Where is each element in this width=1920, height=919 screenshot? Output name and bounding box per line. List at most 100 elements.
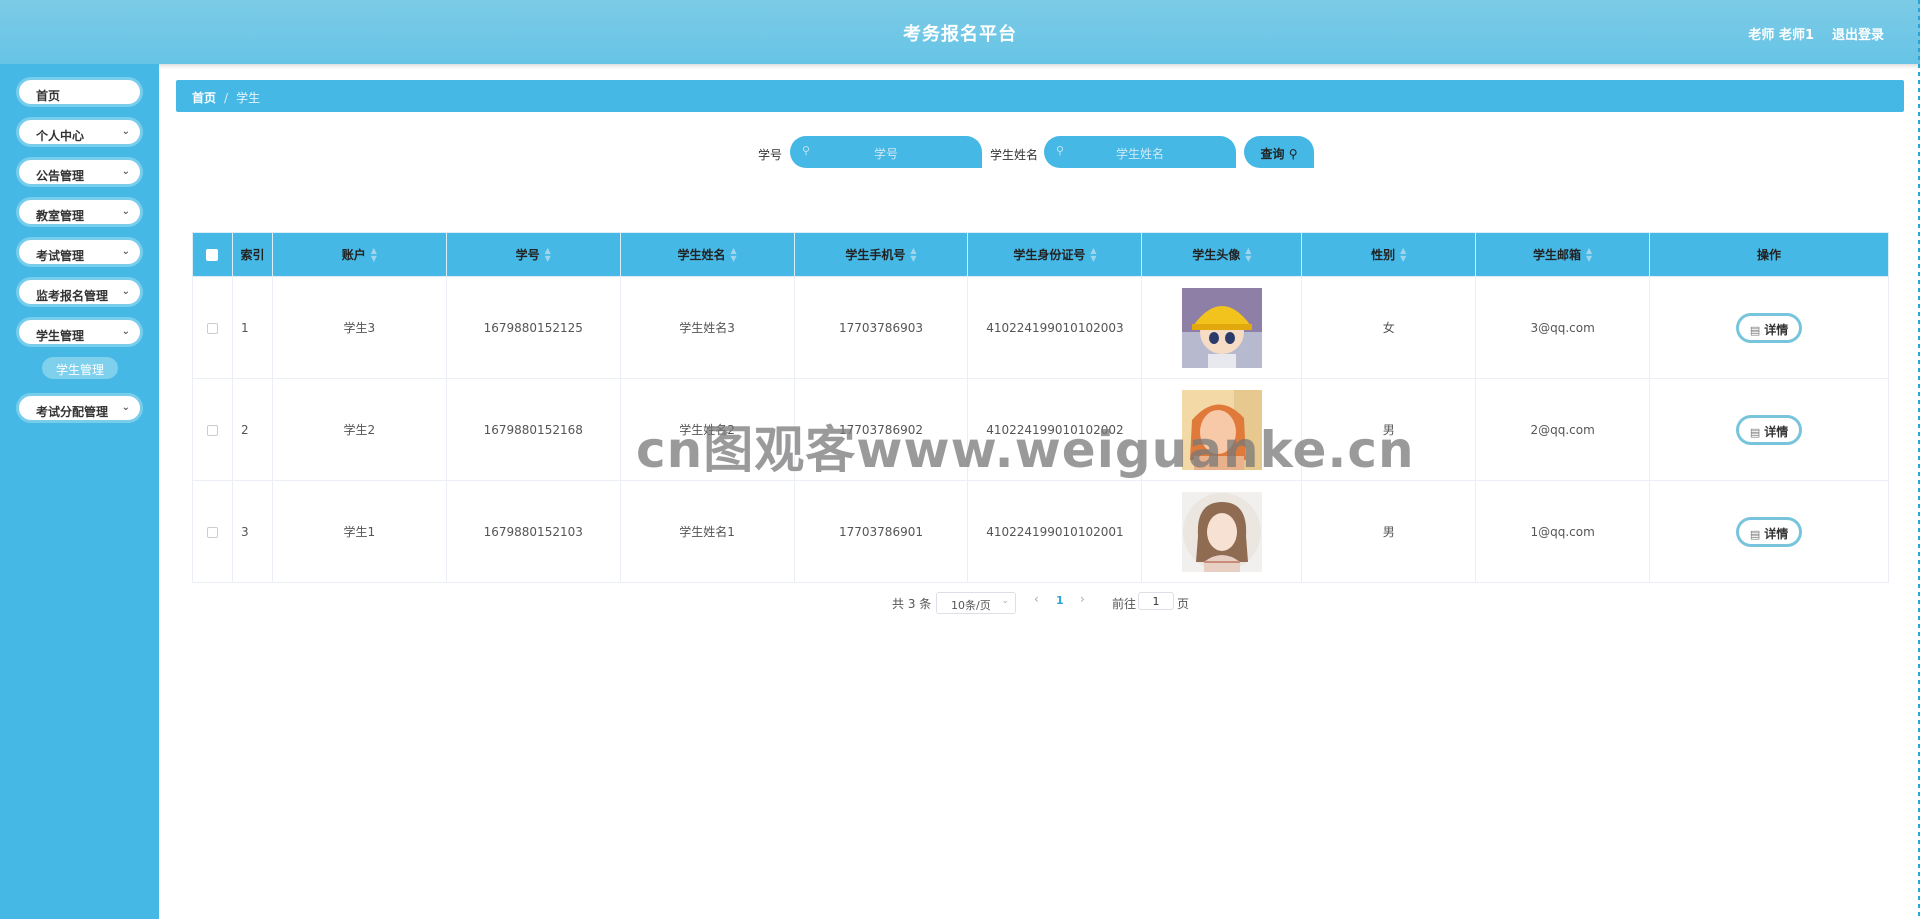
table-header-row: 索引 账户 ▲ ▼ 学号 ▲ ▼ 学生姓名 ▲ ▼ 学生手机号 ▲ ▼ 学生身份证号 ▲ ▼ 学生头… (192, 232, 1889, 277)
breadcrumb-separator: / (224, 91, 229, 105)
col-avatar[interactable]: 学生头像 ▲ ▼ (1141, 232, 1303, 277)
row-checkbox[interactable] (206, 424, 218, 436)
student-name-label: 学生姓名 (990, 148, 1039, 162)
col-label: 学号 (515, 247, 540, 262)
col-label: 学生邮箱 (1533, 247, 1582, 262)
sort-icon[interactable]: ▲ ▼ (371, 247, 377, 263)
chevron-down-icon: ⌄ (121, 206, 130, 217)
row-select-cell[interactable] (192, 276, 233, 379)
prev-page-button[interactable]: ‹ (1034, 592, 1039, 606)
current-user: 老师 老师1 (1748, 28, 1814, 43)
document-icon: ▤ (1749, 527, 1761, 541)
select-all-checkbox[interactable] (206, 249, 219, 261)
col-student-name[interactable]: 学生姓名 ▲ ▼ (619, 232, 795, 277)
cell-student-no: 1679880152125 (445, 276, 621, 379)
sidebar-item-classrooms[interactable]: 教室管理 ⌄ (16, 197, 143, 227)
sidebar-subitem-student-management[interactable]: 学生管理 (42, 357, 118, 379)
sort-icon[interactable]: ▲ ▼ (1586, 247, 1592, 263)
pagination-total: 共 3 条 (892, 597, 932, 611)
row-select-cell[interactable] (192, 378, 233, 481)
next-page-button[interactable]: › (1080, 592, 1085, 606)
sidebar-item-home[interactable]: 首页 (16, 77, 143, 107)
breadcrumb-current: 学生 (236, 91, 261, 105)
cell-student-no: 1679880152168 (445, 378, 621, 481)
chevron-down-icon: ⌄ (121, 402, 130, 413)
col-label: 学生头像 (1192, 247, 1241, 262)
col-account[interactable]: 账户 ▲ ▼ (271, 232, 447, 277)
sort-icon[interactable]: ▲ ▼ (545, 247, 551, 263)
page-number-current[interactable]: 1 (1056, 594, 1064, 607)
sort-icon[interactable]: ▲ ▼ (731, 247, 737, 263)
sidebar-item-announcements[interactable]: 公告管理 ⌄ (16, 157, 143, 187)
cell-account: 学生2 (271, 378, 447, 481)
sort-icon[interactable]: ▲ ▼ (1245, 247, 1251, 263)
detail-button-label: 详情 (1764, 526, 1789, 541)
cell-email: 1@qq.com (1475, 480, 1651, 583)
cell-actions: ▤ 详情 (1649, 378, 1889, 481)
col-phone[interactable]: 学生手机号 ▲ ▼ (793, 232, 969, 277)
cell-avatar (1141, 276, 1303, 379)
illustration-avatar-image[interactable] (1181, 491, 1262, 572)
sidebar-item-personal-center[interactable]: 个人中心 ⌄ (16, 117, 143, 147)
sort-icon[interactable]: ▲ ▼ (910, 247, 916, 263)
col-label: 学生手机号 (845, 247, 906, 262)
document-icon: ▤ (1749, 425, 1761, 439)
cell-id-card: 410224199010102001 (967, 480, 1143, 583)
cell-id-card: 410224199010102003 (967, 276, 1143, 379)
row-checkbox[interactable] (206, 322, 218, 334)
goto-label: 前往 (1112, 597, 1137, 611)
cartoon-avatar-image[interactable] (1181, 287, 1262, 368)
cell-gender: 女 (1301, 276, 1477, 379)
student-table: 索引 账户 ▲ ▼ 学号 ▲ ▼ 学生姓名 ▲ ▼ 学生手机号 ▲ ▼ 学生身份证号 ▲ ▼ 学生头… (192, 232, 1889, 583)
detail-button[interactable]: ▤ 详情 (1736, 312, 1803, 343)
document-icon: ▤ (1749, 323, 1761, 337)
sidebar-item-proctor-registration[interactable]: 监考报名管理 ⌄ (16, 277, 143, 307)
query-button[interactable]: 查询 ⚲ (1244, 136, 1314, 168)
col-label: 性别 (1371, 247, 1396, 262)
sort-icon[interactable]: ▲ ▼ (1090, 247, 1096, 263)
col-actions: 操作 (1649, 232, 1889, 277)
table-row: 3 学生1 1679880152103 学生姓名1 17703786901 41… (192, 480, 1889, 583)
page-size-value: 10条/页 (951, 599, 991, 612)
sidebar-item-exams[interactable]: 考试管理 ⌄ (16, 237, 143, 267)
app-title: 考务报名平台 (903, 24, 1017, 45)
breadcrumb-home[interactable]: 首页 (192, 91, 216, 105)
chevron-down-icon: ⌄ (1001, 596, 1009, 606)
detail-button[interactable]: ▤ 详情 (1736, 516, 1803, 547)
col-student-no[interactable]: 学号 ▲ ▼ (445, 232, 621, 277)
sidebar-item-students[interactable]: 学生管理 ⌄ (16, 317, 143, 347)
col-email[interactable]: 学生邮箱 ▲ ▼ (1475, 232, 1651, 277)
watermark: cn图观客www.weiguanke.cn (636, 421, 1415, 479)
student-no-input[interactable]: ⚲ 学号 (790, 136, 982, 168)
table-row: 1 学生3 1679880152125 学生姓名3 17703786903 41… (192, 276, 1889, 379)
breadcrumb: 首页 / 学生 (176, 80, 1904, 112)
sidebar-item-label: 首页 (36, 89, 61, 103)
row-checkbox[interactable] (206, 526, 218, 538)
logout-link[interactable]: 退出登录 (1832, 24, 1884, 43)
sidebar-item-label: 学生管理 (36, 329, 85, 343)
chevron-down-icon: ⌄ (121, 126, 130, 137)
cell-phone: 17703786901 (793, 480, 969, 583)
top-header: 考务报名平台 老师 老师1 退出登录 (0, 0, 1920, 64)
page-size-select[interactable]: 10条/页 ⌄ (936, 592, 1016, 614)
cell-phone: 17703786903 (793, 276, 969, 379)
cell-index: 2 (231, 378, 273, 481)
select-all-cell[interactable] (192, 232, 233, 277)
detail-button-label: 详情 (1764, 322, 1789, 337)
search-icon: ⚲ (802, 144, 811, 157)
student-name-input[interactable]: ⚲ 学生姓名 (1044, 136, 1236, 168)
cell-account: 学生1 (271, 480, 447, 583)
sidebar-item-label: 公告管理 (36, 169, 85, 183)
col-id-card[interactable]: 学生身份证号 ▲ ▼ (967, 232, 1143, 277)
row-select-cell[interactable] (192, 480, 233, 583)
col-gender[interactable]: 性别 ▲ ▼ (1301, 232, 1477, 277)
cell-actions: ▤ 详情 (1649, 276, 1889, 379)
sidebar-item-label: 考试管理 (36, 249, 85, 263)
goto-page-input[interactable]: 1 (1138, 592, 1174, 610)
cell-index: 3 (231, 480, 273, 583)
detail-button[interactable]: ▤ 详情 (1736, 414, 1803, 445)
sort-icon[interactable]: ▲ ▼ (1400, 247, 1406, 263)
sidebar-item-exam-assignment[interactable]: 考试分配管理 ⌄ (16, 393, 143, 423)
chevron-down-icon: ⌄ (121, 246, 130, 257)
chevron-down-icon: ⌄ (121, 286, 130, 297)
